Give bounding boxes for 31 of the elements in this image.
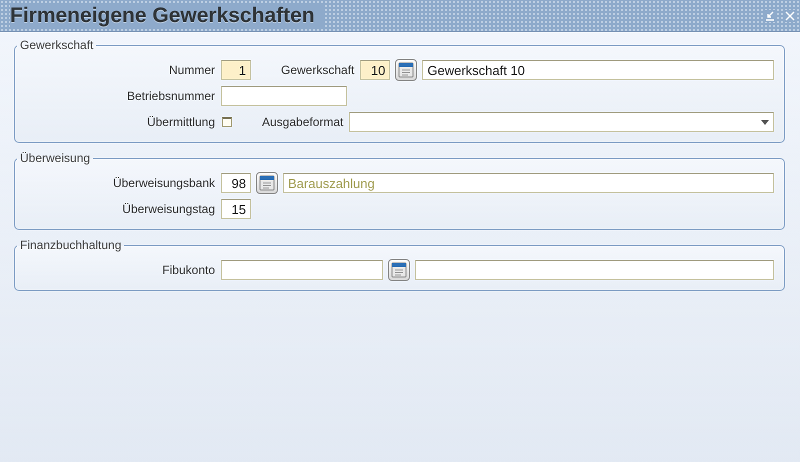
calendar-icon: [259, 175, 275, 191]
minimize-icon[interactable]: [764, 10, 776, 22]
field-label: Ausgabeformat: [262, 115, 344, 129]
input-field[interactable]: 98: [221, 173, 251, 193]
field-label: Fibukonto: [161, 263, 216, 277]
field-label: Nummer: [168, 63, 216, 77]
field-label: Überweisungstag: [121, 202, 216, 216]
section-title: Finanzbuchhaltung: [19, 238, 122, 252]
lookup-button[interactable]: [395, 59, 418, 81]
lookup-button[interactable]: [388, 259, 410, 281]
input-field[interactable]: [221, 86, 347, 106]
input-field[interactable]: 10: [360, 60, 390, 80]
caret-icon: [761, 120, 769, 125]
window-title: Firmeneigene Gewerkschaften: [10, 4, 323, 28]
dropdown-field[interactable]: [349, 112, 774, 132]
input-field[interactable]: Gewerkschaft 10: [422, 60, 774, 80]
input-field[interactable]: [221, 260, 383, 280]
input-field[interactable]: 1: [221, 60, 251, 80]
field-label: Übermittlung: [146, 115, 216, 129]
field-label: Gewerkschaft: [281, 63, 354, 77]
input-field[interactable]: [415, 260, 774, 280]
section-title: Gewerkschaft: [19, 38, 94, 52]
lookup-button[interactable]: [256, 172, 278, 194]
checkbox[interactable]: [222, 117, 232, 127]
input-field[interactable]: 15: [221, 199, 251, 219]
field-label: Betriebsnummer: [126, 89, 216, 103]
calendar-icon: [398, 62, 414, 78]
section-title: Überweisung: [19, 151, 92, 165]
calendar-icon: [391, 262, 407, 278]
close-icon[interactable]: [784, 10, 796, 22]
field-label: Überweisungsbank: [112, 176, 216, 190]
